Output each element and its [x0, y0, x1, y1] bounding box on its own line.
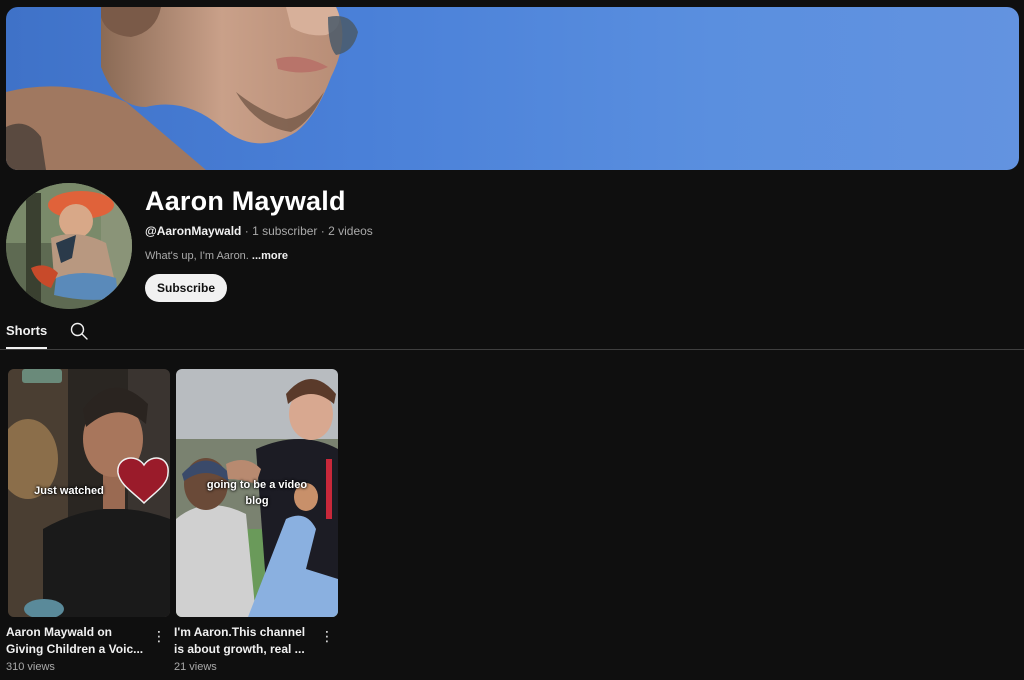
meta-separator: · [317, 224, 329, 238]
short-card[interactable]: Just watched Aaron Maywald on Giving Chi… [6, 369, 170, 673]
channel-handle: @AaronMaywald [145, 224, 242, 238]
search-icon[interactable] [70, 322, 88, 340]
short-title-line: I'm Aaron.This channel [174, 625, 306, 639]
channel-tabs: Shorts [0, 316, 1024, 350]
channel-meta: @AaronMaywald · 1 subscriber · 2 videos [145, 224, 373, 238]
meta-separator: · [241, 224, 253, 238]
description-text: What's up, I'm Aaron. [145, 250, 249, 262]
subscriber-count: 1 subscriber [252, 224, 318, 238]
channel-description: What's up, I'm Aaron. ...more [145, 250, 288, 262]
avatar-photo-image [6, 183, 132, 309]
short-title-line: Aaron Maywald on [6, 625, 113, 639]
banner-portrait-image [6, 7, 358, 170]
more-actions-icon[interactable]: ⋮ [152, 629, 166, 645]
description-more-link[interactable]: ...more [252, 250, 288, 262]
subscribe-button[interactable]: Subscribe [145, 274, 228, 302]
channel-name: Aaron Maywald [145, 186, 346, 216]
short-title[interactable]: I'm Aaron.This channel is about growth, … [174, 624, 314, 658]
short-caption: blog [245, 495, 269, 507]
more-actions-icon[interactable]: ⋮ [320, 629, 334, 645]
short-views: 310 views [6, 661, 55, 673]
channel-avatar[interactable] [6, 183, 132, 309]
short-title[interactable]: Aaron Maywald on Giving Children a Voic.… [6, 624, 146, 658]
short-card[interactable]: going to be a video blog I'm Aaron.This … [174, 369, 338, 673]
channel-page: Aaron Maywald @AaronMaywald · 1 subscrib… [0, 0, 1024, 680]
short-thumbnail[interactable]: Just watched [8, 369, 170, 617]
short-caption: Just watched [34, 485, 104, 497]
channel-banner [6, 7, 1019, 170]
short-thumbnail-image [176, 369, 338, 617]
short-views: 21 views [174, 661, 217, 673]
tab-shorts[interactable]: Shorts [6, 323, 48, 349]
video-count: 2 videos [328, 224, 373, 238]
short-title-line: Giving Children a Voic... [6, 642, 144, 656]
short-caption: going to be a video [206, 479, 308, 491]
short-thumbnail[interactable]: going to be a video blog [176, 369, 338, 617]
short-title-line: is about growth, real ... [174, 642, 305, 656]
